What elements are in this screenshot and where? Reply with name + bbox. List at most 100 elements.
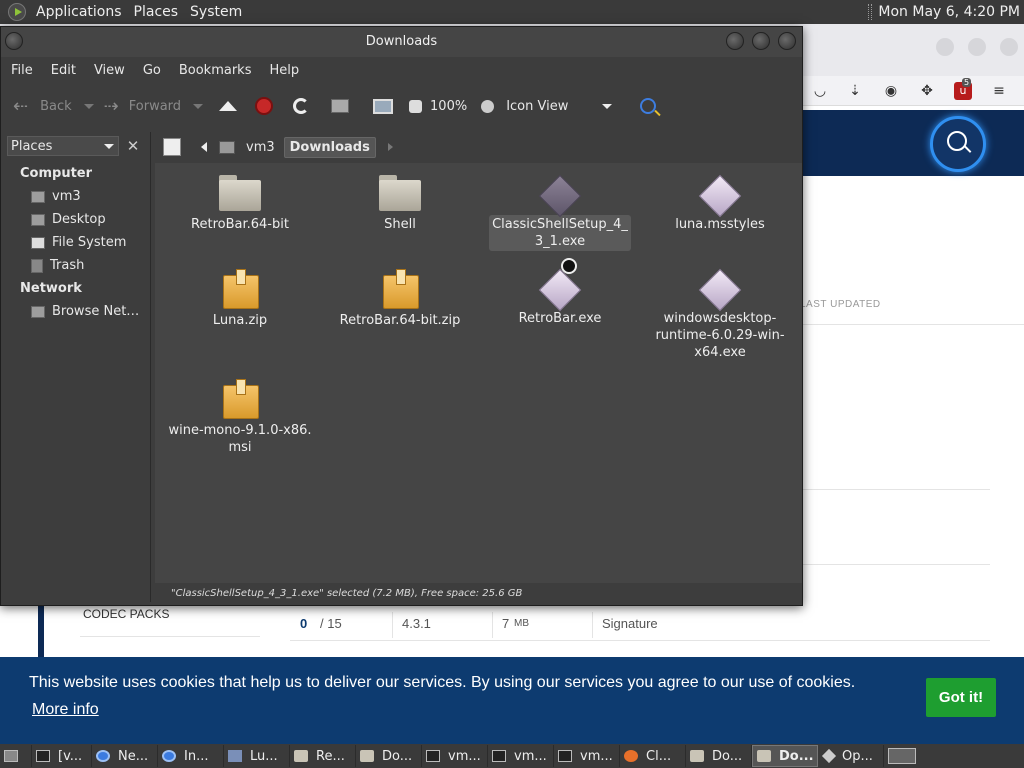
file-item[interactable]: wine-mono-9.1.0-x86. msi bbox=[165, 379, 315, 457]
folder-icon bbox=[294, 750, 308, 762]
window-menu-icon[interactable] bbox=[5, 32, 23, 50]
maximize-icon[interactable] bbox=[752, 32, 770, 50]
sidebar-item-file-system[interactable]: File System bbox=[31, 235, 126, 250]
search-icon[interactable] bbox=[640, 98, 657, 114]
home-icon[interactable] bbox=[331, 99, 350, 113]
taskbar-item[interactable]: vm... bbox=[422, 745, 488, 767]
sidebar-selector[interactable]: Places bbox=[7, 136, 119, 156]
edit-path-icon[interactable] bbox=[163, 138, 181, 156]
extensions-icon[interactable]: ✥ bbox=[918, 82, 936, 100]
menu-bookmarks[interactable]: Bookmarks bbox=[169, 63, 260, 78]
window-title[interactable]: Downloads bbox=[1, 27, 802, 57]
cookie-banner: This website uses cookies that help us t… bbox=[0, 657, 1024, 744]
zoom-in-icon[interactable] bbox=[481, 99, 495, 113]
site-search-icon[interactable] bbox=[930, 116, 986, 172]
up-icon[interactable] bbox=[219, 101, 238, 111]
forward-history-dropdown[interactable] bbox=[193, 103, 204, 109]
taskbar-item[interactable]: vm... bbox=[488, 745, 554, 767]
taskbar-item-active[interactable]: Do... bbox=[752, 745, 818, 767]
workspace-switcher[interactable] bbox=[884, 745, 920, 767]
computer-icon[interactable] bbox=[373, 98, 394, 114]
terminal-icon bbox=[36, 750, 50, 762]
minimize-icon[interactable] bbox=[726, 32, 744, 50]
divider bbox=[800, 489, 990, 490]
panel-grip-icon[interactable] bbox=[868, 4, 873, 20]
chrome-icon bbox=[162, 750, 176, 762]
taskbar-item[interactable]: Cl... bbox=[620, 745, 686, 767]
clock[interactable]: Mon May 6, 4:20 PM bbox=[878, 4, 1024, 20]
taskbar-item[interactable]: Re... bbox=[290, 745, 356, 767]
close-sidebar-icon[interactable]: ✕ bbox=[125, 138, 141, 154]
pocket-icon[interactable]: ◡ bbox=[811, 82, 829, 100]
executable-icon bbox=[538, 268, 582, 312]
reload-icon[interactable] bbox=[293, 98, 310, 114]
breadcrumb-vm3[interactable]: vm3 bbox=[241, 138, 280, 157]
menu-edit[interactable]: Edit bbox=[41, 63, 84, 78]
file-item[interactable]: luna.msstyles bbox=[645, 174, 795, 234]
signature-value: Signature bbox=[602, 616, 658, 631]
taskbar-item[interactable]: Lu... bbox=[224, 745, 290, 767]
back-history-dropdown[interactable] bbox=[83, 103, 94, 109]
more-info-link[interactable]: More info bbox=[32, 701, 99, 719]
forward-button[interactable]: ⇢ Forward bbox=[104, 96, 181, 117]
sidebar-item-vm3[interactable]: vm3 bbox=[31, 189, 81, 204]
file-item[interactable]: RetroBar.exe bbox=[485, 268, 635, 328]
taskbar-item[interactable]: vm... bbox=[554, 745, 620, 767]
hamburger-menu-icon[interactable]: ≡ bbox=[990, 82, 1008, 100]
close-icon[interactable] bbox=[1000, 38, 1018, 56]
close-icon[interactable] bbox=[778, 32, 796, 50]
terminal-icon bbox=[426, 750, 440, 762]
taskbar-item[interactable]: Ne... bbox=[92, 745, 158, 767]
account-icon[interactable]: ◉ bbox=[882, 82, 900, 100]
menu-view[interactable]: View bbox=[84, 63, 133, 78]
file-item[interactable]: Shell bbox=[325, 175, 475, 234]
menu-places[interactable]: Places bbox=[128, 4, 185, 20]
zoom-level: 100% bbox=[430, 98, 468, 114]
path-left-arrow-icon[interactable] bbox=[201, 142, 207, 152]
menu-file[interactable]: File bbox=[1, 63, 41, 78]
file-item-selected[interactable]: ClassicShellSetup_4_ 3_1.exe bbox=[485, 174, 635, 251]
taskbar-item[interactable]: Do... bbox=[686, 745, 752, 767]
sidebar-item-browse-network[interactable]: Browse Net… bbox=[31, 304, 139, 319]
folder-icon bbox=[690, 750, 704, 762]
zoom-out-icon[interactable] bbox=[409, 99, 423, 113]
got-it-button[interactable]: Got it! bbox=[926, 678, 996, 717]
file-item[interactable]: Luna.zip bbox=[165, 269, 315, 330]
folder-icon bbox=[219, 175, 261, 211]
workspace-icon bbox=[888, 748, 916, 764]
menu-go[interactable]: Go bbox=[133, 63, 169, 78]
breadcrumb-downloads[interactable]: Downloads bbox=[283, 136, 376, 158]
show-desktop-button[interactable] bbox=[0, 745, 32, 767]
downloads-icon[interactable]: ⇣ bbox=[846, 82, 864, 100]
taskbar-item[interactable]: In... bbox=[158, 745, 224, 767]
menu-system[interactable]: System bbox=[184, 4, 248, 20]
view-mode-dropdown-icon[interactable] bbox=[602, 103, 613, 109]
minimize-icon[interactable] bbox=[936, 38, 954, 56]
taskbar-item[interactable]: Do... bbox=[356, 745, 422, 767]
menubar: File Edit View Go Bookmarks Help bbox=[1, 57, 802, 84]
codec-packs-link[interactable]: CODEC PACKS bbox=[83, 607, 169, 621]
folder-icon bbox=[757, 750, 771, 762]
archive-icon bbox=[223, 379, 259, 419]
menu-applications[interactable]: Applications bbox=[30, 4, 128, 20]
file-item[interactable]: RetroBar.64-bit.zip bbox=[325, 269, 475, 330]
sidebar-item-desktop[interactable]: Desktop bbox=[31, 212, 106, 227]
path-right-arrow-icon[interactable] bbox=[387, 143, 393, 151]
notification-badge: 5 bbox=[962, 78, 972, 87]
taskbar-item[interactable]: [v... bbox=[32, 745, 92, 767]
sidebar-item-trash[interactable]: Trash bbox=[31, 258, 84, 273]
view-mode-select[interactable]: Icon View bbox=[506, 99, 568, 114]
maximize-icon[interactable] bbox=[968, 38, 986, 56]
taskbar-item[interactable]: Op... bbox=[818, 745, 884, 767]
file-item[interactable]: windowsdesktop- runtime-6.0.29-win- x64.… bbox=[645, 268, 795, 362]
back-button[interactable]: ⇠ Back bbox=[13, 96, 72, 117]
file-item[interactable]: RetroBar.64-bit bbox=[165, 175, 315, 234]
menu-help[interactable]: Help bbox=[259, 63, 307, 78]
stop-icon[interactable] bbox=[255, 97, 274, 115]
file-icon-view: RetroBar.64-bit Shell ClassicShellSetup_… bbox=[155, 163, 802, 583]
executable-icon bbox=[698, 268, 742, 312]
network-icon bbox=[31, 305, 45, 318]
distro-logo-icon[interactable] bbox=[8, 3, 26, 21]
divider bbox=[290, 640, 990, 641]
chevron-down-icon bbox=[104, 143, 114, 149]
